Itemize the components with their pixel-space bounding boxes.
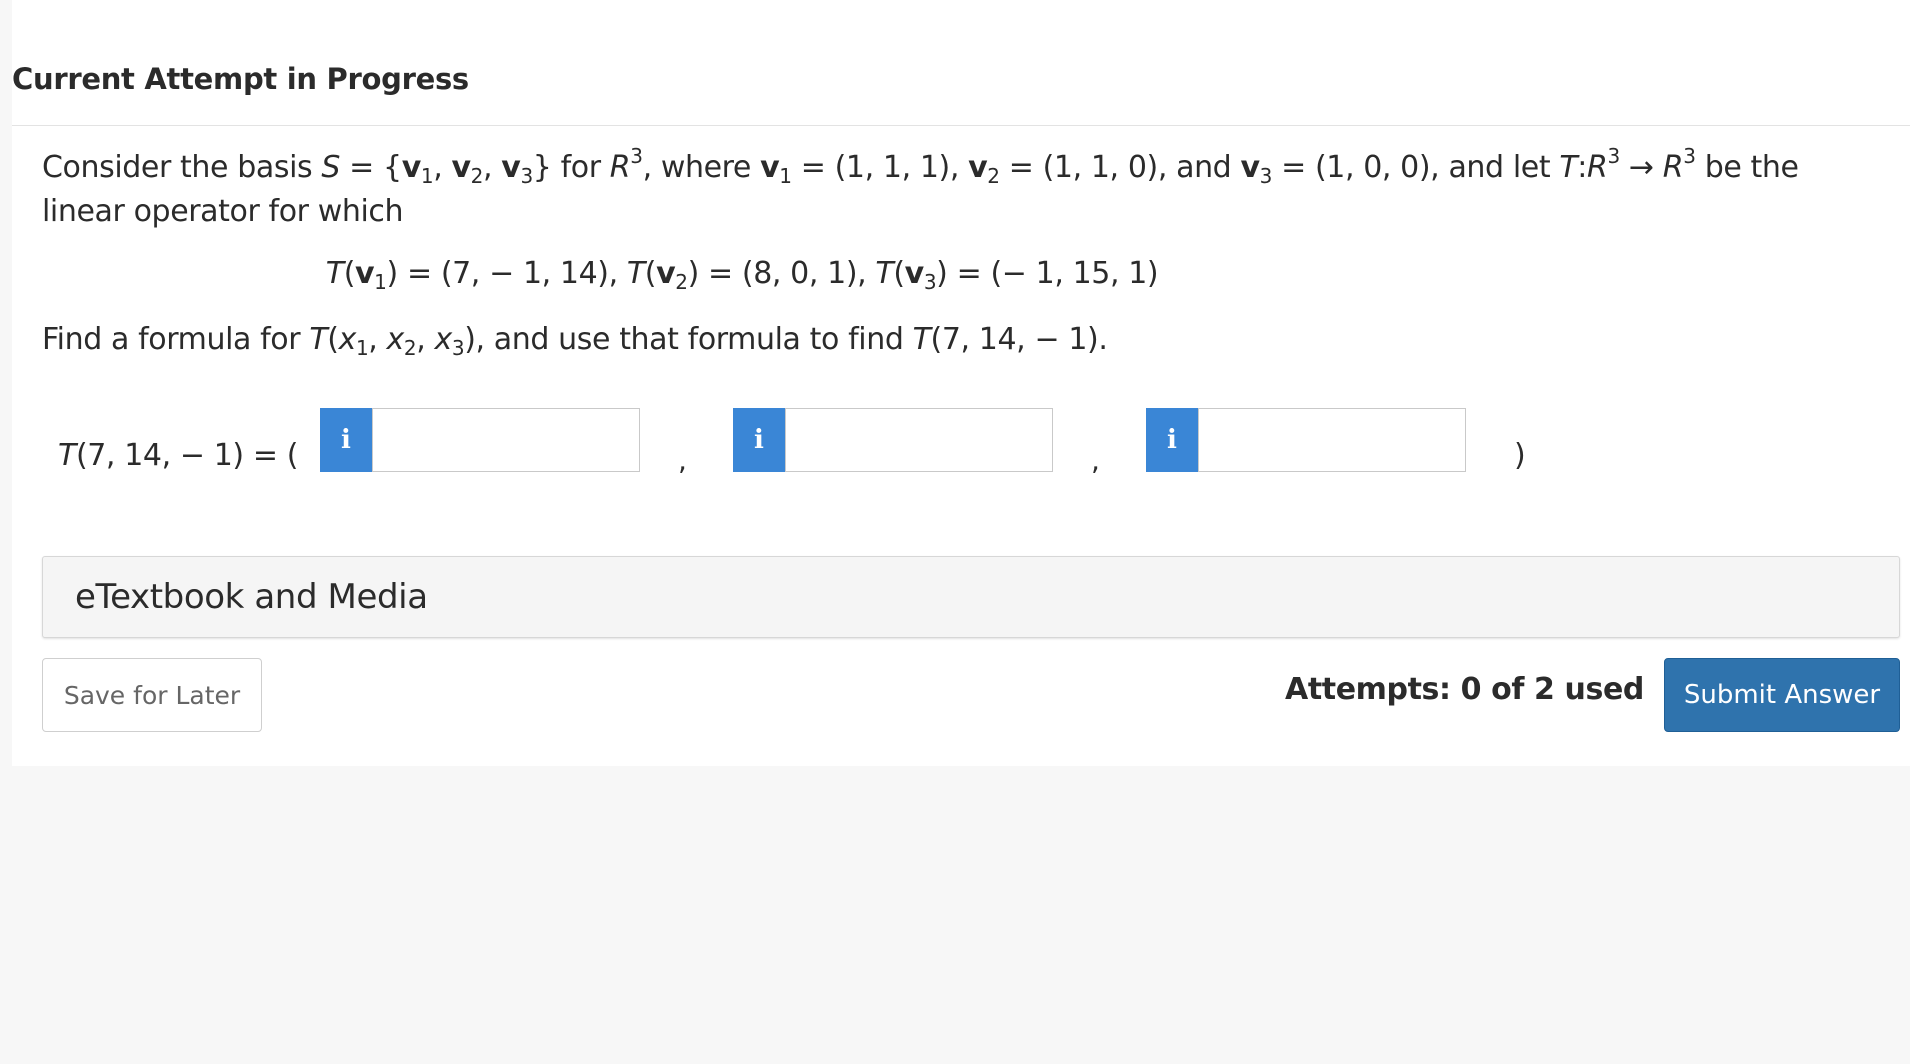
etextbook-media-title: eTextbook and Media	[75, 577, 428, 617]
header-divider	[12, 125, 1910, 126]
answer-close-paren: )	[1514, 438, 1526, 473]
submit-answer-button[interactable]: Submit Answer	[1664, 658, 1900, 732]
info-icon[interactable]: i	[733, 408, 785, 472]
operator-values-formula: T(v1) = (7, − 1, 14), T(v2) = (8, 0, 1),…	[325, 256, 1159, 294]
answer-separator-comma: ,	[678, 444, 687, 477]
attempt-status-heading: Current Attempt in Progress	[12, 62, 469, 96]
question-card: Current Attempt in Progress Consider the…	[12, 0, 1910, 766]
info-icon[interactable]: i	[320, 408, 372, 472]
answer-field-1[interactable]	[372, 408, 640, 472]
answer-field-2[interactable]	[785, 408, 1053, 472]
info-icon[interactable]: i	[1146, 408, 1198, 472]
problem-statement: Consider the basis S = {v1, v2, v3} for …	[42, 144, 1799, 229]
attempts-counter: Attempts: 0 of 2 used	[1285, 672, 1644, 707]
answer-label: T(7, 14, − 1) = (	[58, 438, 299, 473]
save-for-later-button[interactable]: Save for Later	[42, 658, 262, 732]
question-text: Find a formula for T(x1, x2, x3), and us…	[42, 322, 1108, 360]
etextbook-media-panel[interactable]: eTextbook and Media	[42, 556, 1900, 638]
answer-separator-comma: ,	[1091, 444, 1100, 477]
answer-field-3[interactable]	[1198, 408, 1466, 472]
